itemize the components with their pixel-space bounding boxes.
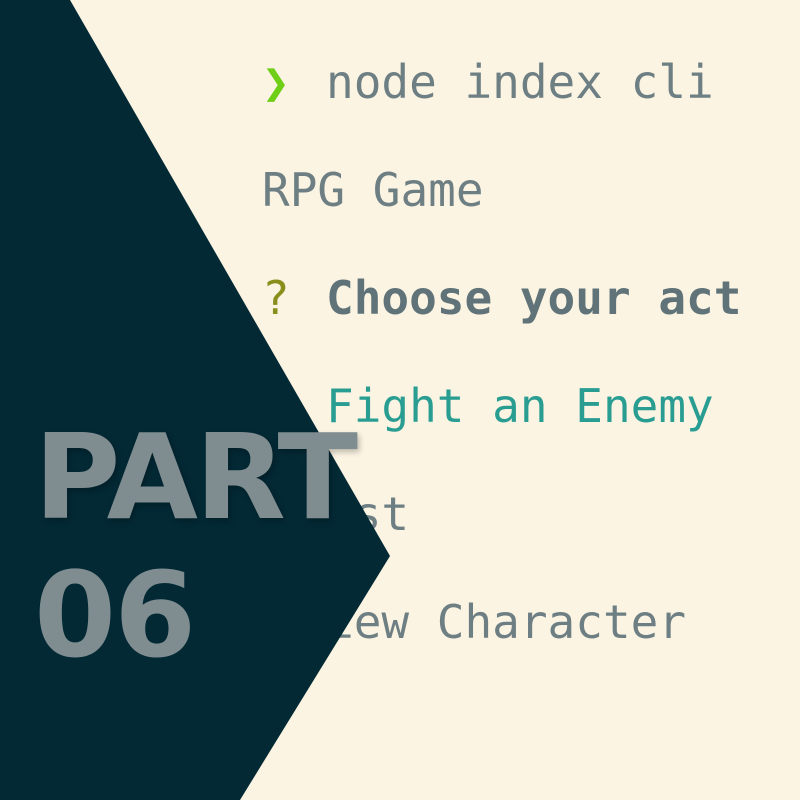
part-label: PART — [34, 408, 358, 546]
part-number: 06 — [34, 546, 196, 684]
thumbnail-canvas: ❯ node index cli RPG Game ? Choose your ac… — [0, 0, 800, 800]
